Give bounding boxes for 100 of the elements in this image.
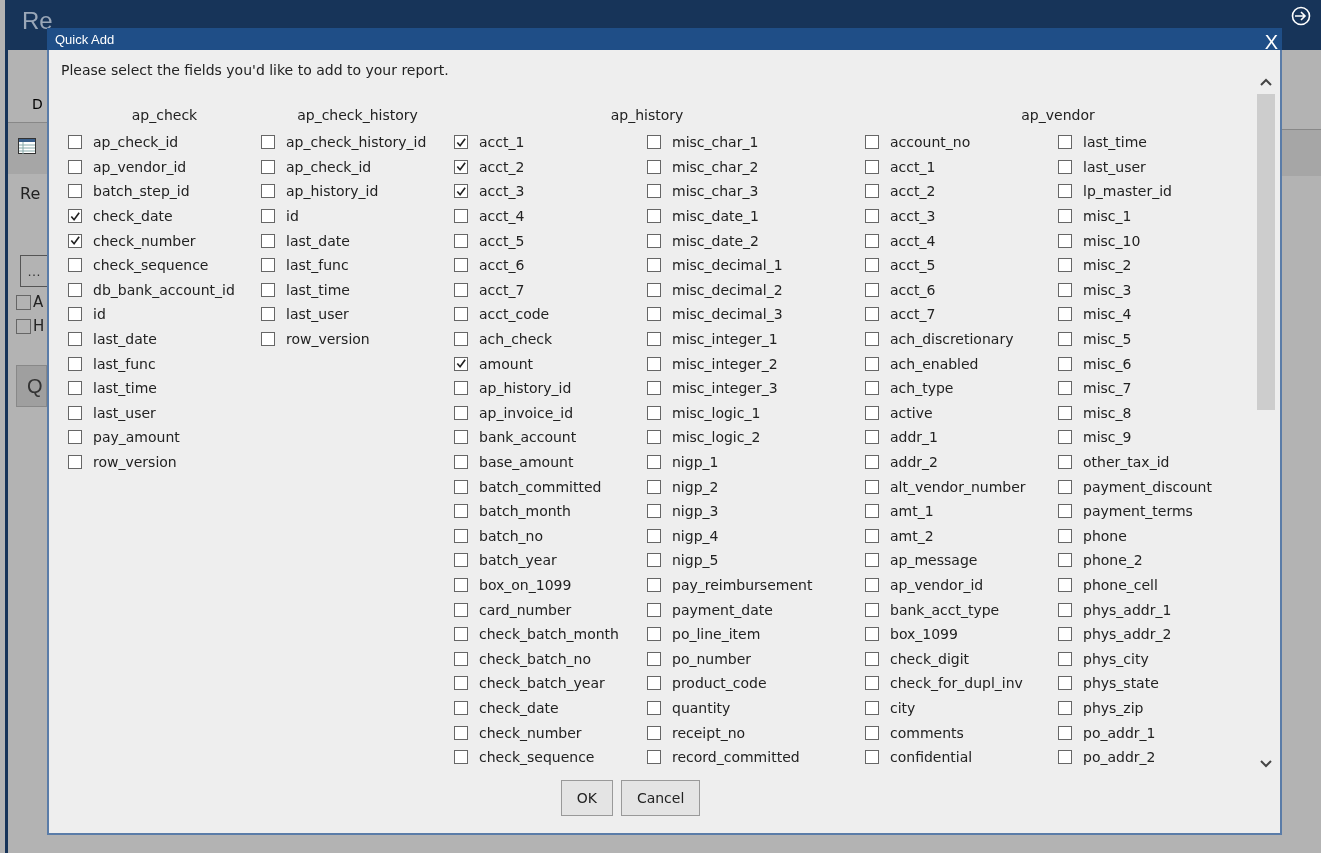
checkbox[interactable]: [865, 381, 879, 396]
browse-button[interactable]: …: [20, 255, 50, 287]
scroll-down-icon[interactable]: [1258, 758, 1274, 770]
checkbox[interactable]: [261, 332, 275, 347]
checkbox[interactable]: [647, 479, 661, 494]
checkbox[interactable]: [261, 209, 275, 224]
checkbox[interactable]: [1058, 578, 1072, 592]
checkbox[interactable]: [865, 553, 879, 568]
checkbox[interactable]: [261, 135, 275, 150]
checkbox[interactable]: [68, 159, 82, 174]
checkbox[interactable]: [68, 356, 82, 371]
checkbox[interactable]: [865, 602, 879, 617]
checkbox[interactable]: [1058, 405, 1072, 420]
checkbox[interactable]: [1058, 356, 1072, 371]
checkbox[interactable]: [1058, 700, 1072, 715]
checkbox[interactable]: [68, 282, 82, 297]
checkbox[interactable]: [454, 209, 468, 224]
checkbox[interactable]: [454, 504, 468, 519]
checkbox[interactable]: [261, 159, 275, 174]
checkbox[interactable]: [1058, 479, 1072, 494]
checkbox[interactable]: [865, 405, 879, 420]
checkbox[interactable]: [865, 750, 879, 765]
checkbox[interactable]: [865, 135, 879, 150]
checkbox[interactable]: [865, 332, 879, 347]
checkbox[interactable]: [454, 356, 468, 371]
checkbox[interactable]: [16, 294, 31, 310]
checkbox[interactable]: [647, 528, 661, 543]
checkbox[interactable]: [1058, 602, 1072, 617]
tab[interactable]: D: [32, 96, 43, 112]
checkbox[interactable]: [261, 258, 275, 273]
checkbox[interactable]: [865, 282, 879, 297]
checkbox[interactable]: [1058, 381, 1072, 396]
checkbox[interactable]: [261, 307, 275, 322]
checkbox[interactable]: [1058, 627, 1072, 642]
checkbox[interactable]: [865, 356, 879, 371]
scroll-up-icon[interactable]: [1258, 76, 1274, 88]
checkbox[interactable]: [1058, 651, 1072, 666]
checkbox[interactable]: [68, 332, 82, 347]
checkbox[interactable]: [647, 405, 661, 420]
checkbox[interactable]: [454, 159, 468, 174]
checkbox[interactable]: [865, 479, 879, 494]
checkbox[interactable]: [1058, 676, 1072, 691]
checkbox[interactable]: [68, 209, 82, 224]
checkbox[interactable]: [454, 455, 468, 469]
checkbox[interactable]: [1058, 184, 1072, 199]
checkbox[interactable]: [647, 307, 661, 322]
checkbox[interactable]: [865, 209, 879, 224]
checkbox[interactable]: [647, 676, 661, 691]
checkbox[interactable]: [647, 233, 661, 248]
checkbox[interactable]: [865, 159, 879, 174]
checkbox[interactable]: [454, 135, 468, 150]
checkbox[interactable]: [68, 455, 82, 469]
grid-icon[interactable]: [18, 138, 36, 154]
checkbox[interactable]: [1058, 258, 1072, 273]
checkbox[interactable]: [865, 528, 879, 543]
checkbox[interactable]: [647, 651, 661, 666]
checkbox[interactable]: [647, 627, 661, 642]
checkbox[interactable]: [647, 553, 661, 568]
action-button[interactable]: Q: [16, 365, 47, 407]
checkbox[interactable]: [1058, 209, 1072, 224]
checkbox[interactable]: [647, 282, 661, 297]
checkbox[interactable]: [261, 184, 275, 199]
checkbox[interactable]: [454, 676, 468, 691]
checkbox[interactable]: [454, 430, 468, 445]
checkbox[interactable]: [647, 332, 661, 347]
checkbox[interactable]: [647, 725, 661, 740]
checkbox[interactable]: [647, 258, 661, 273]
checkbox[interactable]: [647, 504, 661, 519]
checkbox[interactable]: [865, 651, 879, 666]
checkbox[interactable]: [865, 725, 879, 740]
checkbox[interactable]: [68, 258, 82, 273]
checkbox[interactable]: [1058, 307, 1072, 322]
checkbox[interactable]: [68, 307, 82, 322]
checkbox[interactable]: [865, 700, 879, 715]
checkbox[interactable]: [865, 307, 879, 322]
checkbox[interactable]: [1058, 332, 1072, 347]
checkbox[interactable]: [454, 627, 468, 642]
cancel-button[interactable]: Cancel: [620, 780, 701, 816]
checkbox[interactable]: [647, 578, 661, 592]
checkbox[interactable]: [647, 602, 661, 617]
checkbox[interactable]: [647, 430, 661, 445]
checkbox[interactable]: [647, 356, 661, 371]
checkbox[interactable]: [1058, 135, 1072, 150]
checkbox[interactable]: [647, 209, 661, 224]
ok-button[interactable]: OK: [560, 780, 613, 816]
checkbox[interactable]: [647, 159, 661, 174]
checkbox[interactable]: [68, 405, 82, 420]
checkbox[interactable]: [454, 528, 468, 543]
checkbox[interactable]: [865, 504, 879, 519]
checkbox[interactable]: [647, 750, 661, 765]
checkbox[interactable]: [454, 258, 468, 273]
checkbox[interactable]: [1058, 233, 1072, 248]
checkbox[interactable]: [1058, 282, 1072, 297]
checkbox[interactable]: [865, 627, 879, 642]
checkbox[interactable]: [16, 318, 31, 334]
checkbox[interactable]: [865, 455, 879, 469]
checkbox[interactable]: [1058, 528, 1072, 543]
close-button[interactable]: X: [1260, 31, 1282, 53]
checkbox[interactable]: [1058, 455, 1072, 469]
checkbox[interactable]: [454, 184, 468, 199]
